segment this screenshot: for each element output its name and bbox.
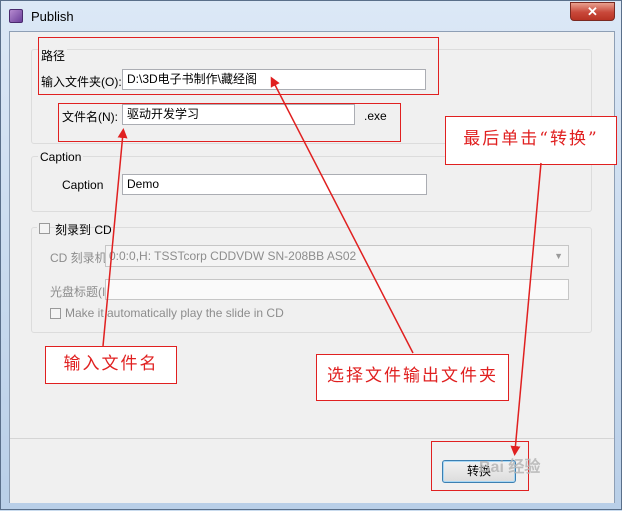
arrow-to-convert <box>510 162 542 456</box>
arrow-to-filename <box>102 128 128 347</box>
arrow-to-folder <box>270 76 414 354</box>
publish-window: Publish ✕ 路径 输入文件夹(O): D:\3D电子书制作\藏经阁 文件… <box>0 0 622 510</box>
annotation-arrows <box>102 76 542 456</box>
watermark-logo: Bai 经验 <box>479 459 541 476</box>
